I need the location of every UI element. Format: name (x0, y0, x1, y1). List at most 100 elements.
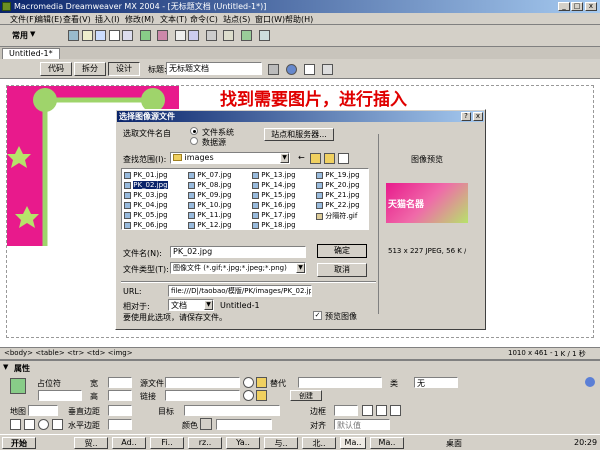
filetype-dropdown-button[interactable]: ▼ (296, 263, 305, 273)
site-server-button[interactable]: 站点和服务器... (264, 128, 334, 141)
template-icon[interactable] (241, 30, 253, 41)
back-icon[interactable]: ← (298, 153, 305, 162)
filesystem-radio[interactable] (190, 127, 198, 135)
task-button[interactable]: Ad.. (112, 437, 146, 449)
alt-input[interactable] (298, 377, 382, 388)
height-input[interactable] (108, 390, 132, 401)
lookin-dropdown-button[interactable]: ▼ (280, 153, 289, 163)
datasource-radio[interactable] (190, 137, 198, 145)
file-item[interactable]: PK_07.jpg (188, 171, 250, 181)
src-input[interactable] (165, 377, 240, 388)
file-item[interactable]: PK_11.jpg (188, 211, 250, 221)
minimize-button[interactable]: _ (558, 2, 570, 11)
layer-icon[interactable] (122, 30, 134, 41)
globe-preview-icon[interactable] (286, 64, 297, 75)
lookin-select[interactable]: images (170, 152, 290, 164)
cancel-button[interactable]: 取消 (317, 263, 367, 277)
menu-window[interactable]: 窗口(W) (255, 14, 285, 25)
anchor-icon[interactable] (95, 30, 107, 41)
border-input[interactable] (334, 405, 358, 416)
split-view-button[interactable]: 拆分 (74, 62, 106, 76)
link-point-to-file-icon[interactable] (243, 390, 254, 401)
file-item[interactable]: PK_15.jpg (252, 191, 314, 201)
width-input[interactable] (108, 377, 132, 388)
file-item[interactable]: PK_17.jpg (252, 211, 314, 221)
new-folder-icon[interactable] (324, 153, 335, 164)
vspace-input[interactable] (108, 405, 132, 416)
hyperlink-icon[interactable] (68, 30, 79, 41)
file-item-selected[interactable]: PK_02.jpg (124, 181, 186, 191)
task-button[interactable]: Ma.. (370, 437, 404, 449)
email-link-icon[interactable] (81, 30, 93, 41)
filename-input[interactable]: PK_02.jpg (170, 246, 306, 258)
map-input[interactable] (28, 405, 58, 416)
menu-insert[interactable]: 插入(I) (95, 14, 120, 25)
file-item[interactable]: PK_13.jpg (252, 171, 314, 181)
menu-edit[interactable]: 编辑(E) (35, 14, 62, 25)
task-button[interactable]: 贸.. (74, 437, 108, 449)
media-icon[interactable] (157, 30, 169, 41)
task-button[interactable]: 北.. (302, 437, 336, 449)
create-button[interactable]: 创建 (290, 390, 322, 401)
target-select[interactable] (184, 405, 280, 416)
design-view-button[interactable]: 设计 (108, 62, 140, 76)
code-view-button[interactable]: 代码 (40, 62, 72, 76)
task-button-active[interactable]: Ma.. (340, 437, 366, 449)
comment-icon[interactable] (188, 30, 200, 41)
panel-expand-icon[interactable]: ▼ (3, 363, 8, 371)
color-input[interactable] (216, 419, 272, 430)
tag-selector[interactable]: <body> <table> <tr> <td> <img> (4, 349, 133, 357)
up-folder-icon[interactable] (310, 153, 321, 164)
color-swatch[interactable] (200, 418, 212, 430)
dialog-close-button[interactable]: x (473, 112, 483, 121)
menu-modify[interactable]: 修改(M) (125, 14, 154, 25)
file-list[interactable]: PK_01.jpg PK_02.jpg PK_03.jpg PK_04.jpg … (121, 168, 369, 230)
desktop-toolbar[interactable]: 桌面 (446, 438, 462, 449)
relative-dropdown-button[interactable]: ▼ (204, 300, 213, 310)
options-icon[interactable] (322, 64, 333, 75)
file-item[interactable]: PK_08.jpg (188, 181, 250, 191)
file-item[interactable]: PK_05.jpg (124, 211, 186, 221)
menu-view[interactable]: 查看(V) (63, 14, 91, 25)
circle-hotspot-icon[interactable] (38, 419, 49, 430)
view-menu-icon[interactable] (338, 153, 349, 164)
maximize-button[interactable]: □ (571, 2, 583, 11)
hspace-input[interactable] (108, 419, 132, 430)
start-button[interactable]: 开始 (2, 437, 36, 449)
menu-text[interactable]: 文本(T) (160, 14, 187, 25)
close-button[interactable]: x (585, 2, 597, 11)
head-icon[interactable] (205, 30, 217, 41)
document-tab[interactable]: Untitled-1* (2, 48, 60, 59)
task-button[interactable]: 与.. (264, 437, 298, 449)
file-item[interactable]: PK_04.jpg (124, 201, 186, 211)
tag-chooser-icon[interactable] (258, 30, 270, 41)
link-input[interactable] (165, 390, 240, 401)
align-center-icon[interactable] (376, 405, 387, 416)
file-management-icon[interactable] (268, 64, 279, 75)
file-item[interactable]: PK_03.jpg (124, 191, 186, 201)
dialog-titlebar[interactable]: 选择图像源文件 ? x (117, 111, 484, 122)
menu-file[interactable]: 文件(F) (10, 14, 37, 25)
image-icon[interactable] (139, 30, 151, 41)
script-icon[interactable] (223, 30, 235, 41)
class-select[interactable]: 无 (414, 377, 458, 388)
align-left-icon[interactable] (362, 405, 373, 416)
file-item[interactable]: PK_21.jpg (316, 191, 368, 201)
point-to-file-icon[interactable] (243, 377, 254, 388)
menu-site[interactable]: 站点(S) (223, 14, 250, 25)
file-item[interactable]: PK_06.jpg (124, 221, 186, 229)
placeholder-name-input[interactable] (38, 390, 82, 401)
ok-button[interactable]: 确定 (317, 244, 367, 258)
table-icon[interactable] (108, 30, 120, 41)
window-size[interactable]: 1010 x 461 - (508, 349, 553, 357)
file-item[interactable]: PK_19.jpg (316, 171, 368, 181)
dialog-help-button[interactable]: ? (461, 112, 471, 121)
task-button[interactable]: rz.. (188, 437, 222, 449)
link-browse-folder-icon[interactable] (256, 390, 267, 401)
menu-help[interactable]: 帮助(H) (285, 14, 313, 25)
file-item[interactable]: PK_20.jpg (316, 181, 368, 191)
align-right-icon[interactable] (390, 405, 401, 416)
pointer-hotspot-icon[interactable] (10, 419, 21, 430)
polygon-hotspot-icon[interactable] (52, 419, 63, 430)
file-item[interactable]: PK_16.jpg (252, 201, 314, 211)
